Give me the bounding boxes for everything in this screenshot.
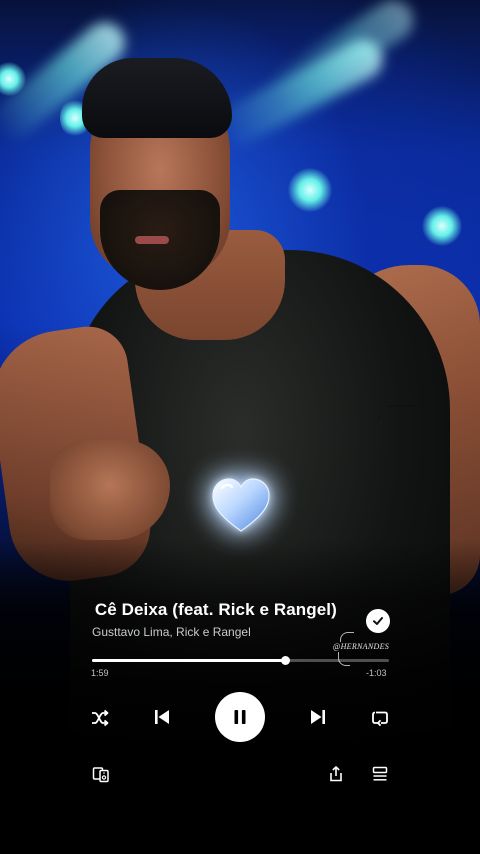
playback-controls [0,692,480,744]
saved-to-library-button[interactable] [366,609,390,633]
progress-bar-fill [92,659,286,662]
shuffle-button[interactable] [88,706,112,730]
share-icon [330,766,342,782]
check-icon [373,617,383,625]
blue-heart-sticker [210,476,272,534]
time-elapsed: 1:59 [91,668,109,678]
repeat-icon [372,711,388,727]
connect-device-button[interactable] [91,764,111,784]
queue-button[interactable] [370,764,390,784]
track-title[interactable]: ue Cê Deixa (feat. Rick e Rangel) [92,600,354,620]
track-title-text: ue Cê Deixa (feat. Rick e Rangel) [92,600,337,619]
connect-device-icon [92,767,109,783]
singer-hair [82,58,232,138]
skip-previous-icon [155,710,169,724]
shuffle-icon [92,709,109,727]
now-playing-screen: ue Cê Deixa (feat. Rick e Rangel) Gustta… [0,0,480,854]
next-track-button[interactable] [306,705,330,729]
watermark-text: @HERNANDES [332,642,390,651]
track-artists[interactable]: Gusttavo Lima, Rick e Rangel [92,625,352,639]
watermark-flourish [340,632,354,642]
pause-button[interactable] [215,692,265,742]
skip-next-icon [311,710,325,724]
singer-mouth [135,236,169,244]
repeat-button[interactable] [368,706,392,730]
heart-icon [212,478,270,532]
queue-icon [372,766,388,781]
pause-icon [234,710,246,724]
previous-track-button[interactable] [150,705,174,729]
time-remaining: -1:03 [366,668,387,678]
singer-hand [50,440,170,540]
share-button[interactable] [326,764,346,784]
progress-handle[interactable] [281,656,291,665]
progress-bar[interactable] [92,656,389,665]
bottom-actions [0,764,480,788]
